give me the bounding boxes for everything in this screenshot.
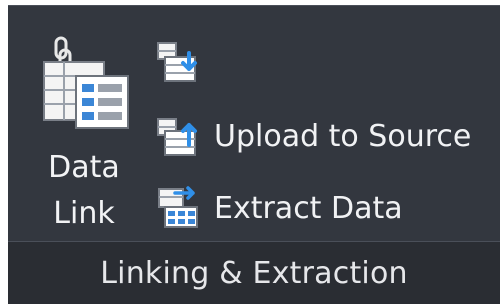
data-link-label-line1: Data (48, 150, 120, 185)
linking-extraction-panel: Data Link Upload to Source Extract Data … (0, 0, 500, 304)
panel-body: Data Link Upload to Source Extract Data (8, 5, 500, 242)
extract-data-label: Extract Data (214, 190, 403, 226)
upload-to-source-label: Upload to Source (214, 118, 472, 154)
data-link-label-line2: Link (53, 196, 115, 231)
panel-title-bar: Linking & Extraction (8, 241, 500, 304)
download-from-source-icon (152, 36, 204, 88)
download-from-source-button[interactable] (152, 36, 214, 88)
data-link-icon (38, 36, 130, 130)
upload-to-source-icon (152, 110, 204, 162)
upload-to-source-button[interactable]: Upload to Source (152, 110, 471, 162)
extract-data-icon (152, 182, 204, 234)
extract-data-button[interactable]: Extract Data (152, 182, 403, 234)
panel-title: Linking & Extraction (100, 256, 408, 291)
data-link-button[interactable]: Data Link (32, 24, 136, 238)
